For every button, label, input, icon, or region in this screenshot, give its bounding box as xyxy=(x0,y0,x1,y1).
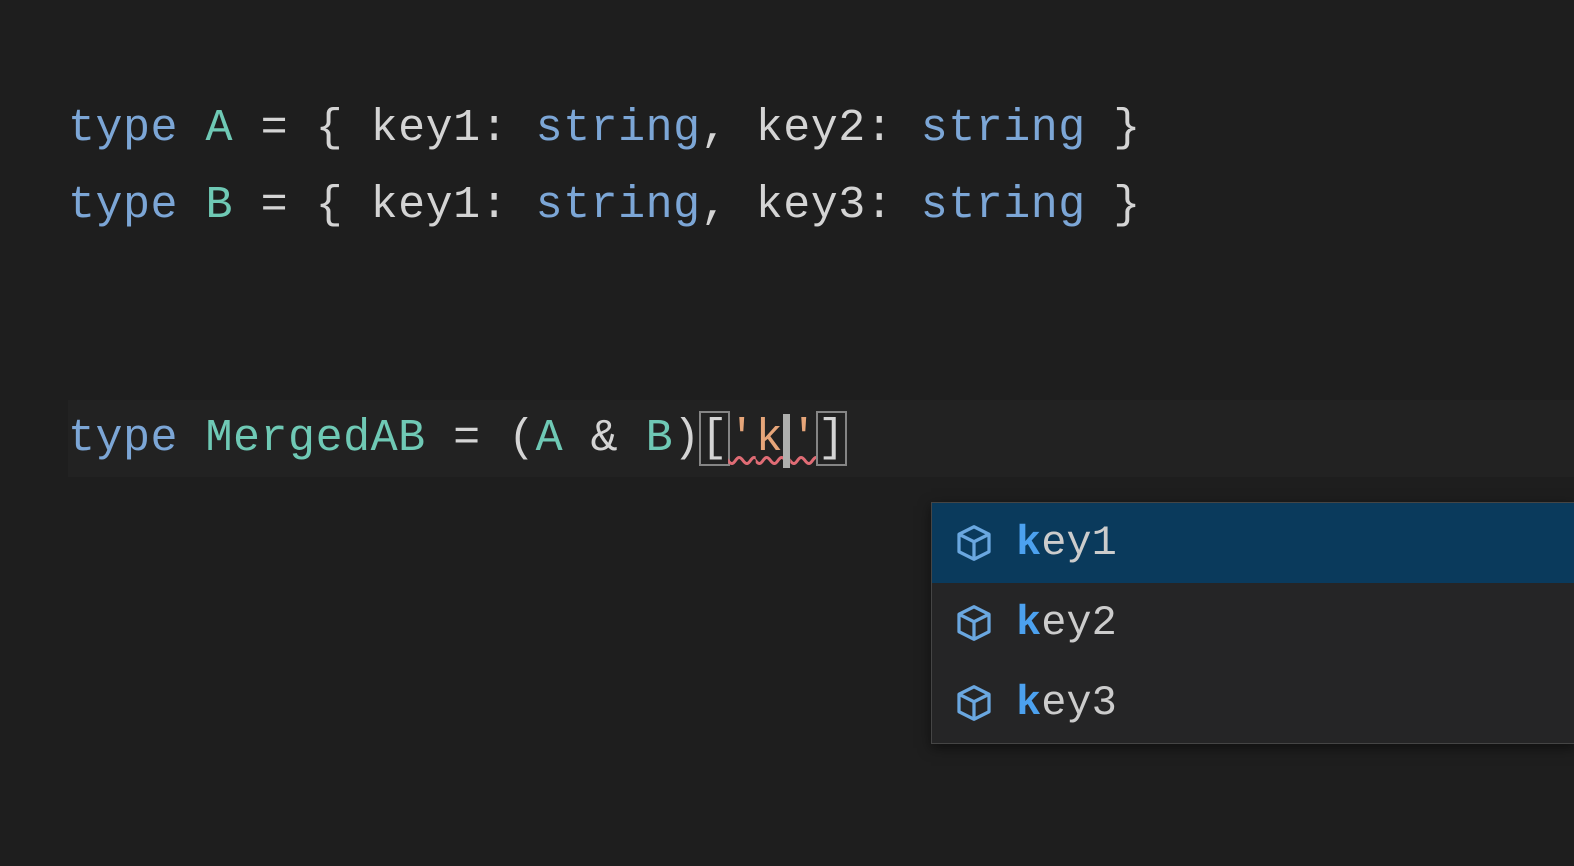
suggestion-label: key1 xyxy=(1016,519,1117,567)
suggestion-item[interactable]: key3 xyxy=(932,663,1574,743)
type-name: MergedAB xyxy=(206,413,426,464)
text-cursor xyxy=(783,414,790,468)
suggestion-label: key2 xyxy=(1016,599,1117,647)
type-ref: B xyxy=(646,413,674,464)
suggestion-label: key3 xyxy=(1016,679,1117,727)
cube-icon xyxy=(954,683,994,723)
primitive-type: string xyxy=(536,103,701,154)
type-ref: A xyxy=(536,413,564,464)
keyword-type: type xyxy=(68,103,178,154)
code-line-2[interactable]: type B = { key1: string, key3: string } xyxy=(68,167,1574,244)
suggestion-item[interactable]: key1 xyxy=(932,503,1574,583)
cube-icon xyxy=(954,523,994,563)
intellisense-popup: key1 key2 key3 xyxy=(931,502,1574,744)
suggestion-item[interactable]: key2 xyxy=(932,583,1574,663)
type-name: A xyxy=(206,103,234,154)
error-squiggly: ' xyxy=(790,413,818,464)
primitive-type: string xyxy=(921,180,1086,231)
code-line-1[interactable]: type A = { key1: string, key2: string } xyxy=(68,90,1574,167)
bracket-close: ] xyxy=(816,411,848,466)
primitive-type: string xyxy=(921,103,1086,154)
property-name: key1 xyxy=(371,180,481,231)
property-name: key2 xyxy=(756,103,866,154)
primitive-type: string xyxy=(536,180,701,231)
cube-icon xyxy=(954,603,994,643)
bracket-open: [ xyxy=(699,411,731,466)
code-line-3-active[interactable]: type MergedAB = (A & B)['k'] xyxy=(68,400,1574,477)
property-name: key3 xyxy=(756,180,866,231)
type-name: B xyxy=(206,180,234,231)
keyword-type: type xyxy=(68,413,178,464)
property-name: key1 xyxy=(371,103,481,154)
keyword-type: type xyxy=(68,180,178,231)
error-squiggly: 'k xyxy=(728,413,783,464)
